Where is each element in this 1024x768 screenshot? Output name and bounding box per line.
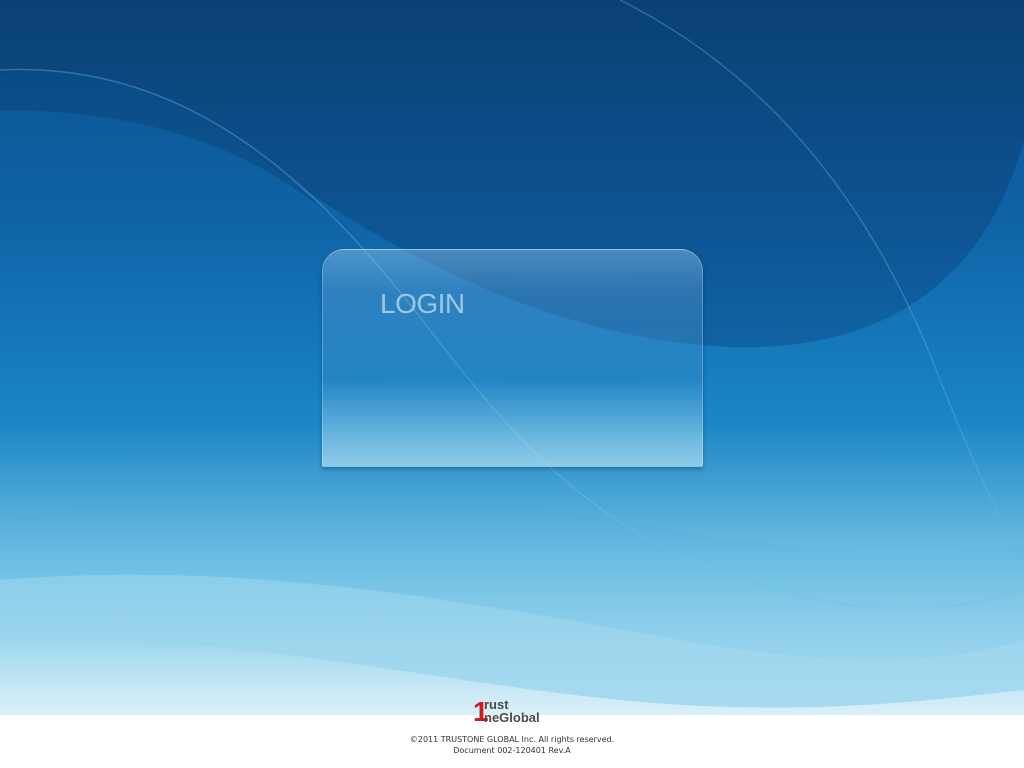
logo-line2: neGlobal bbox=[484, 710, 540, 725]
document-number: Document 002-120401 Rev.A bbox=[453, 746, 571, 755]
login-title: LOGIN bbox=[380, 288, 465, 319]
copyright-text: ©2011 TRUSTONE GLOBAL Inc. All rights re… bbox=[409, 735, 615, 744]
login-panel: LOGIN bbox=[322, 249, 703, 467]
trustone-global-logo: 1 rust neGlobal bbox=[473, 698, 553, 726]
footer: ©2011 TRUSTONE GLOBAL Inc. All rights re… bbox=[0, 734, 1024, 756]
